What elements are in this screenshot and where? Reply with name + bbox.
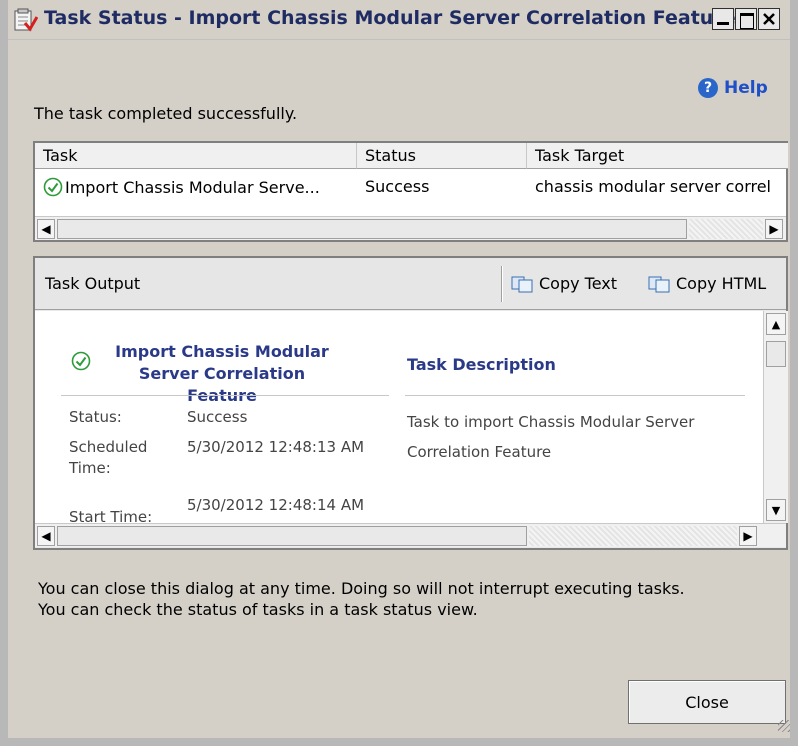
copy-html-label: Copy HTML (676, 274, 767, 293)
close-button[interactable]: Close (628, 680, 786, 724)
scroll-right-button[interactable]: ▶ (765, 219, 783, 239)
scheduled-time-value: 5/30/2012 12:48:13 AM (187, 438, 365, 456)
output-horizontal-scrollbar[interactable]: ◀ ▶ (35, 523, 786, 547)
copy-icon (648, 276, 670, 292)
scroll-thumb[interactable] (766, 341, 786, 367)
scroll-thumb[interactable] (57, 526, 527, 546)
status-message: The task completed successfully. (34, 104, 298, 123)
title-bar[interactable]: Task Status - Import Chassis Modular Ser… (8, 0, 790, 40)
copy-html-button[interactable]: Copy HTML (647, 274, 766, 293)
output-vertical-scrollbar[interactable]: ▲ ▼ (763, 311, 788, 523)
scroll-left-button[interactable]: ◀ (37, 526, 55, 546)
scroll-down-button[interactable]: ▼ (766, 499, 786, 521)
task-output-content: Import Chassis Modular Server Correlatio… (35, 311, 763, 523)
task-list: Task Status Task Target Import Chassis M… (33, 141, 788, 242)
maximize-button[interactable] (735, 8, 757, 30)
minimize-button[interactable] (712, 8, 734, 30)
header-separator (501, 266, 503, 302)
start-time-label: Start Time: (69, 508, 153, 523)
success-check-icon (43, 177, 63, 197)
task-status-window: Task Status - Import Chassis Modular Ser… (0, 0, 798, 746)
task-status-icon (14, 8, 38, 32)
divider (61, 395, 389, 396)
close-window-button[interactable] (758, 8, 780, 30)
table-row[interactable]: Import Chassis Modular Serve... Success … (35, 171, 788, 201)
divider (405, 395, 745, 396)
status-label: Status: (69, 408, 122, 426)
column-header-task-target[interactable]: Task Target (527, 143, 788, 169)
scroll-thumb[interactable] (57, 219, 687, 239)
scroll-left-button[interactable]: ◀ (37, 219, 55, 239)
task-target-cell: chassis modular server correl (535, 177, 771, 196)
output-task-name: Import Chassis Modular Server Correlatio… (115, 342, 329, 405)
task-list-horizontal-scrollbar[interactable]: ◀ ▶ (35, 216, 786, 240)
resize-grip[interactable] (778, 720, 790, 732)
scroll-track[interactable] (689, 219, 763, 239)
success-check-icon (71, 351, 91, 371)
help-label: Help (724, 78, 768, 98)
scheduled-time-label: Scheduled Time: (69, 438, 148, 477)
status-cell: Success (365, 177, 430, 196)
scroll-right-button[interactable]: ▶ (739, 526, 757, 546)
scroll-up-button[interactable]: ▲ (766, 313, 786, 335)
close-icon (763, 13, 775, 25)
scroll-track[interactable] (529, 526, 737, 546)
window-title: Task Status - Import Chassis Modular Ser… (44, 7, 736, 29)
start-time-value: 5/30/2012 12:48:14 AM (187, 496, 365, 514)
task-cell: Import Chassis Modular Serve... (43, 177, 357, 197)
column-header-task[interactable]: Task (35, 143, 357, 169)
info-note: You can close this dialog at any time. D… (38, 578, 778, 620)
task-output-panel: Task Output Copy Text Copy HTML Import C… (33, 256, 788, 550)
status-value: Success (187, 408, 248, 426)
task-description-text: Task to import Chassis Modular Server Co… (407, 413, 695, 461)
help-link[interactable]: ? Help (698, 78, 768, 98)
copy-text-button[interactable]: Copy Text (510, 274, 617, 293)
task-description-heading: Task Description (407, 355, 556, 374)
copy-icon (511, 276, 533, 292)
task-output-title: Task Output (45, 274, 141, 293)
task-output-header: Task Output Copy Text Copy HTML (35, 258, 786, 310)
info-note-line-2: You can check the status of tasks in a t… (38, 600, 478, 619)
help-icon: ? (698, 78, 718, 98)
task-name: Import Chassis Modular Serve... (65, 177, 320, 197)
column-header-status[interactable]: Status (357, 143, 527, 169)
info-note-line-1: You can close this dialog at any time. D… (38, 579, 685, 598)
copy-text-label: Copy Text (539, 274, 618, 293)
